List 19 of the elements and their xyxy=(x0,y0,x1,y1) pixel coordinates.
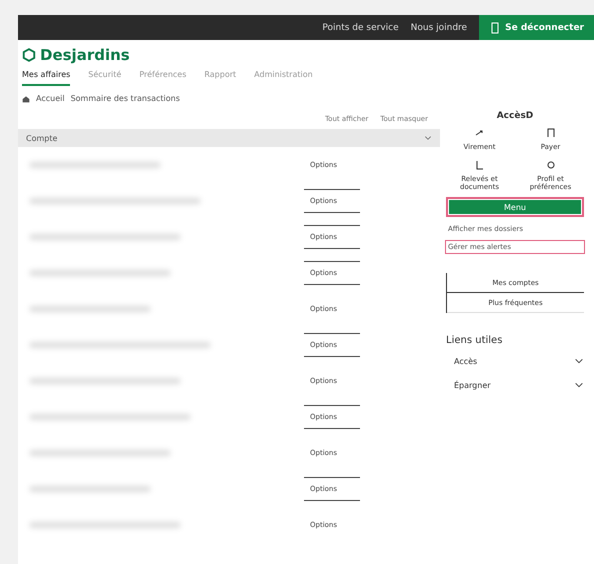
chevron-icon xyxy=(574,380,584,390)
top-link[interactable]: Points de service xyxy=(322,22,399,32)
logo-icon xyxy=(22,48,36,62)
breadcrumb-item[interactable]: Accueil xyxy=(36,94,65,103)
home-icon xyxy=(22,94,30,102)
column-header: Compte xyxy=(26,134,58,142)
accordion-item[interactable]: Accès xyxy=(446,352,584,370)
logout-button[interactable]: Se déconnecter xyxy=(479,15,594,40)
brand-name: Desjardins xyxy=(40,46,130,64)
top-link[interactable]: Nous joindre xyxy=(410,22,468,32)
logo: AccèsD xyxy=(496,111,534,121)
door-icon xyxy=(489,22,502,34)
chevron-icon xyxy=(574,356,584,366)
sort-icon[interactable] xyxy=(424,134,432,142)
accordion-item[interactable]: Épargner xyxy=(446,376,584,394)
section-title: Liens utiles xyxy=(446,335,504,346)
menu-button[interactable]: Menu xyxy=(446,197,584,217)
nav-tab[interactable]: Mes affaires xyxy=(22,70,70,86)
breadcrumb-item[interactable]: Sommaire des transactions xyxy=(70,94,180,103)
